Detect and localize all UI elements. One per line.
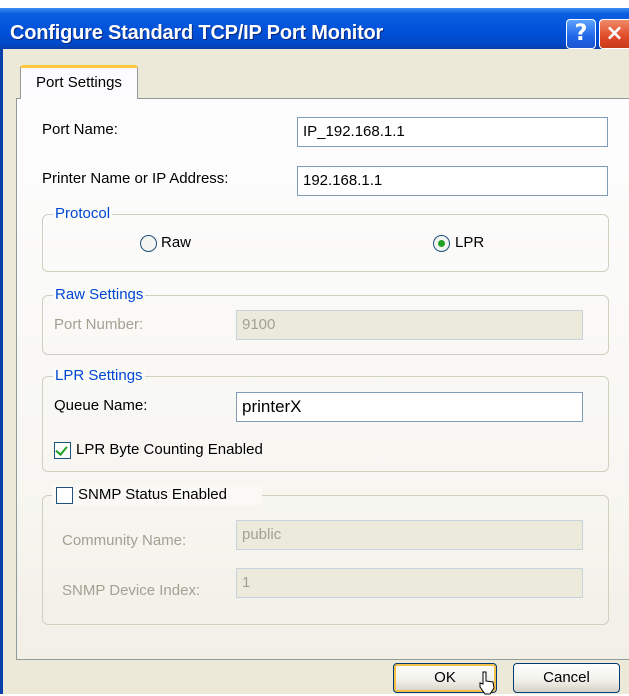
close-button[interactable]: × [599,19,629,49]
byte-counting-label[interactable]: LPR Byte Counting Enabled [76,441,263,458]
lpr-radio-label[interactable]: LPR [455,234,484,251]
queue-name-input[interactable]: printerX [236,392,583,422]
title-bar[interactable]: Configure Standard TCP/IP Port Monitor ?… [0,8,629,49]
byte-counting-checkbox[interactable] [54,442,71,459]
radio-selected-dot [438,240,445,247]
protocol-group-title: Protocol [53,205,113,222]
snmp-enabled-checkbox[interactable] [56,487,73,504]
raw-radio-label[interactable]: Raw [161,234,191,251]
help-icon: ? [574,21,588,46]
protocol-group [42,214,609,272]
queue-name-label: Queue Name: [54,397,148,414]
lpr-settings-title: LPR Settings [53,367,145,384]
snmp-group [42,495,609,625]
tab-port-settings[interactable]: Port Settings [20,65,138,99]
printer-name-label: Printer Name or IP Address: [42,170,229,187]
raw-settings-title: Raw Settings [53,286,146,303]
printer-address-input[interactable]: 192.168.1.1 [297,166,608,196]
lpr-radio[interactable] [433,235,450,252]
help-button[interactable]: ? [566,19,596,49]
mouse-pointer-icon [479,671,495,695]
cancel-button[interactable]: Cancel [513,663,620,693]
port-name-input[interactable]: IP_192.168.1.1 [297,117,608,147]
close-icon: × [605,21,624,46]
port-number-input[interactable]: 9100 [236,310,583,340]
device-index-label: SNMP Device Index: [62,582,201,599]
checkmark-icon [55,443,68,456]
window-title: Configure Standard TCP/IP Port Monitor [10,22,384,44]
device-index-input[interactable]: 1 [236,568,583,598]
snmp-enabled-label[interactable]: SNMP Status Enabled [78,486,227,503]
raw-radio[interactable] [140,235,157,252]
port-name-label: Port Name: [42,121,118,138]
community-name-label: Community Name: [62,532,187,549]
tab-label: Port Settings [36,74,122,91]
top-strip [0,0,629,8]
port-number-label: Port Number: [54,316,144,333]
community-name-input[interactable]: public [236,520,583,550]
